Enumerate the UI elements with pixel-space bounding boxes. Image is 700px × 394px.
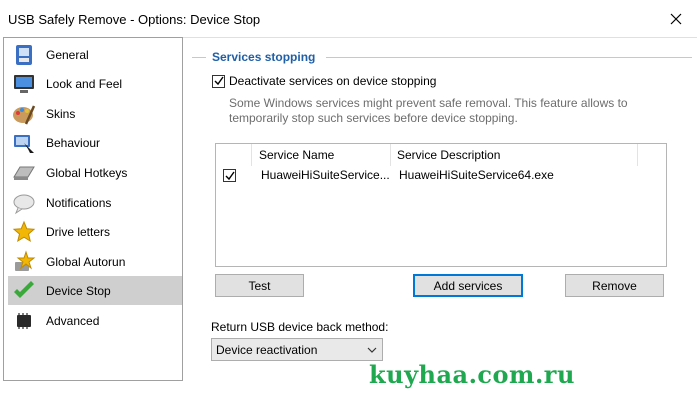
sidebar-item-label: Behaviour — [46, 135, 101, 150]
sidebar-item-label: Global Hotkeys — [46, 165, 128, 180]
test-button[interactable]: Test — [215, 274, 304, 297]
options-window: USB Safely Remove - Options: Device Stop… — [0, 0, 700, 394]
sidebar-item-look-and-feel[interactable]: Look and Feel — [8, 69, 182, 98]
services-list[interactable]: Service Name Service Description HuaweiH… — [215, 143, 667, 267]
remove-button[interactable]: Remove — [565, 274, 664, 297]
sidebar-item-device-stop[interactable]: Device Stop — [8, 276, 182, 305]
service-name-cell: HuaweiHiSuiteService... — [261, 168, 390, 182]
sidebar-item-label: Skins — [46, 106, 76, 121]
column-separator[interactable] — [637, 144, 638, 166]
services-description: Some Windows services might prevent safe… — [229, 96, 628, 125]
window-title: USB Safely Remove - Options: Device Stop — [8, 12, 261, 27]
close-icon — [670, 13, 682, 25]
column-header-service-description[interactable]: Service Description — [397, 144, 500, 166]
column-separator[interactable] — [251, 144, 252, 166]
behaviour-icon — [14, 134, 34, 153]
table-row[interactable]: HuaweiHiSuiteService... HuaweiHiSuiteSer… — [216, 166, 666, 186]
return-method-label: Return USB device back method: — [211, 320, 389, 334]
sidebar-item-label: General — [46, 47, 89, 62]
checkmark-icon — [225, 171, 235, 180]
cloud-icon — [13, 194, 35, 214]
column-header-service-name[interactable]: Service Name — [259, 144, 334, 166]
checkmark-icon — [214, 76, 224, 86]
sidebar-item-global-autorun[interactable]: Global Autorun — [8, 247, 182, 276]
title-bar: USB Safely Remove - Options: Device Stop — [0, 0, 700, 37]
sidebar-item-label: Global Autorun — [46, 254, 126, 269]
sidebar-item-drive-letters[interactable]: Drive letters — [8, 217, 182, 246]
checkbox-box[interactable] — [212, 74, 225, 88]
star-icon — [12, 220, 36, 242]
chevron-down-icon — [367, 347, 377, 353]
sidebar-item-advanced[interactable]: Advanced — [8, 306, 182, 335]
sidebar-item-label: Advanced — [46, 313, 100, 328]
sidebar-item-general[interactable]: General — [8, 40, 182, 69]
sidebar-item-label: Notifications — [46, 195, 112, 210]
deactivate-services-label: Deactivate services on device stopping — [229, 74, 437, 88]
keyboard-icon — [13, 166, 35, 180]
sidebar-item-global-hotkeys[interactable]: Global Hotkeys — [8, 158, 182, 187]
return-method-select[interactable]: Device reactivation — [211, 338, 383, 361]
device-stop-icon — [14, 280, 34, 298]
column-separator[interactable] — [390, 144, 391, 166]
service-row-checkbox[interactable] — [223, 169, 236, 182]
chip-icon — [17, 312, 31, 329]
sidebar-item-skins[interactable]: Skins — [8, 99, 182, 128]
general-icon — [16, 44, 32, 65]
sidebar-item-notifications[interactable]: Notifications — [8, 188, 182, 217]
group-divider — [326, 57, 692, 58]
add-services-button[interactable]: Add services — [413, 274, 523, 297]
close-button[interactable] — [664, 8, 688, 30]
autorun-icon — [15, 249, 36, 271]
sidebar-item-label: Drive letters — [46, 224, 111, 239]
sidebar-item-behaviour[interactable]: Behaviour — [8, 128, 182, 157]
palette-icon — [13, 104, 36, 125]
group-divider — [192, 57, 206, 58]
return-method-value: Device reactivation — [216, 342, 318, 357]
sidebar-item-label: Device Stop — [46, 283, 111, 298]
watermark-text: kuyhaa.com.ru — [369, 360, 575, 389]
settings-sidebar: General Look and Feel Skins Behaviour Gl… — [3, 37, 183, 381]
monitor-icon — [14, 74, 34, 93]
sidebar-item-label: Look and Feel — [46, 76, 123, 91]
services-list-header: Service Name Service Description — [216, 144, 666, 166]
deactivate-services-checkbox[interactable]: Deactivate services on device stopping — [212, 74, 436, 88]
service-description-cell: HuaweiHiSuiteService64.exe — [399, 168, 554, 182]
services-group-title: Services stopping — [212, 50, 316, 64]
